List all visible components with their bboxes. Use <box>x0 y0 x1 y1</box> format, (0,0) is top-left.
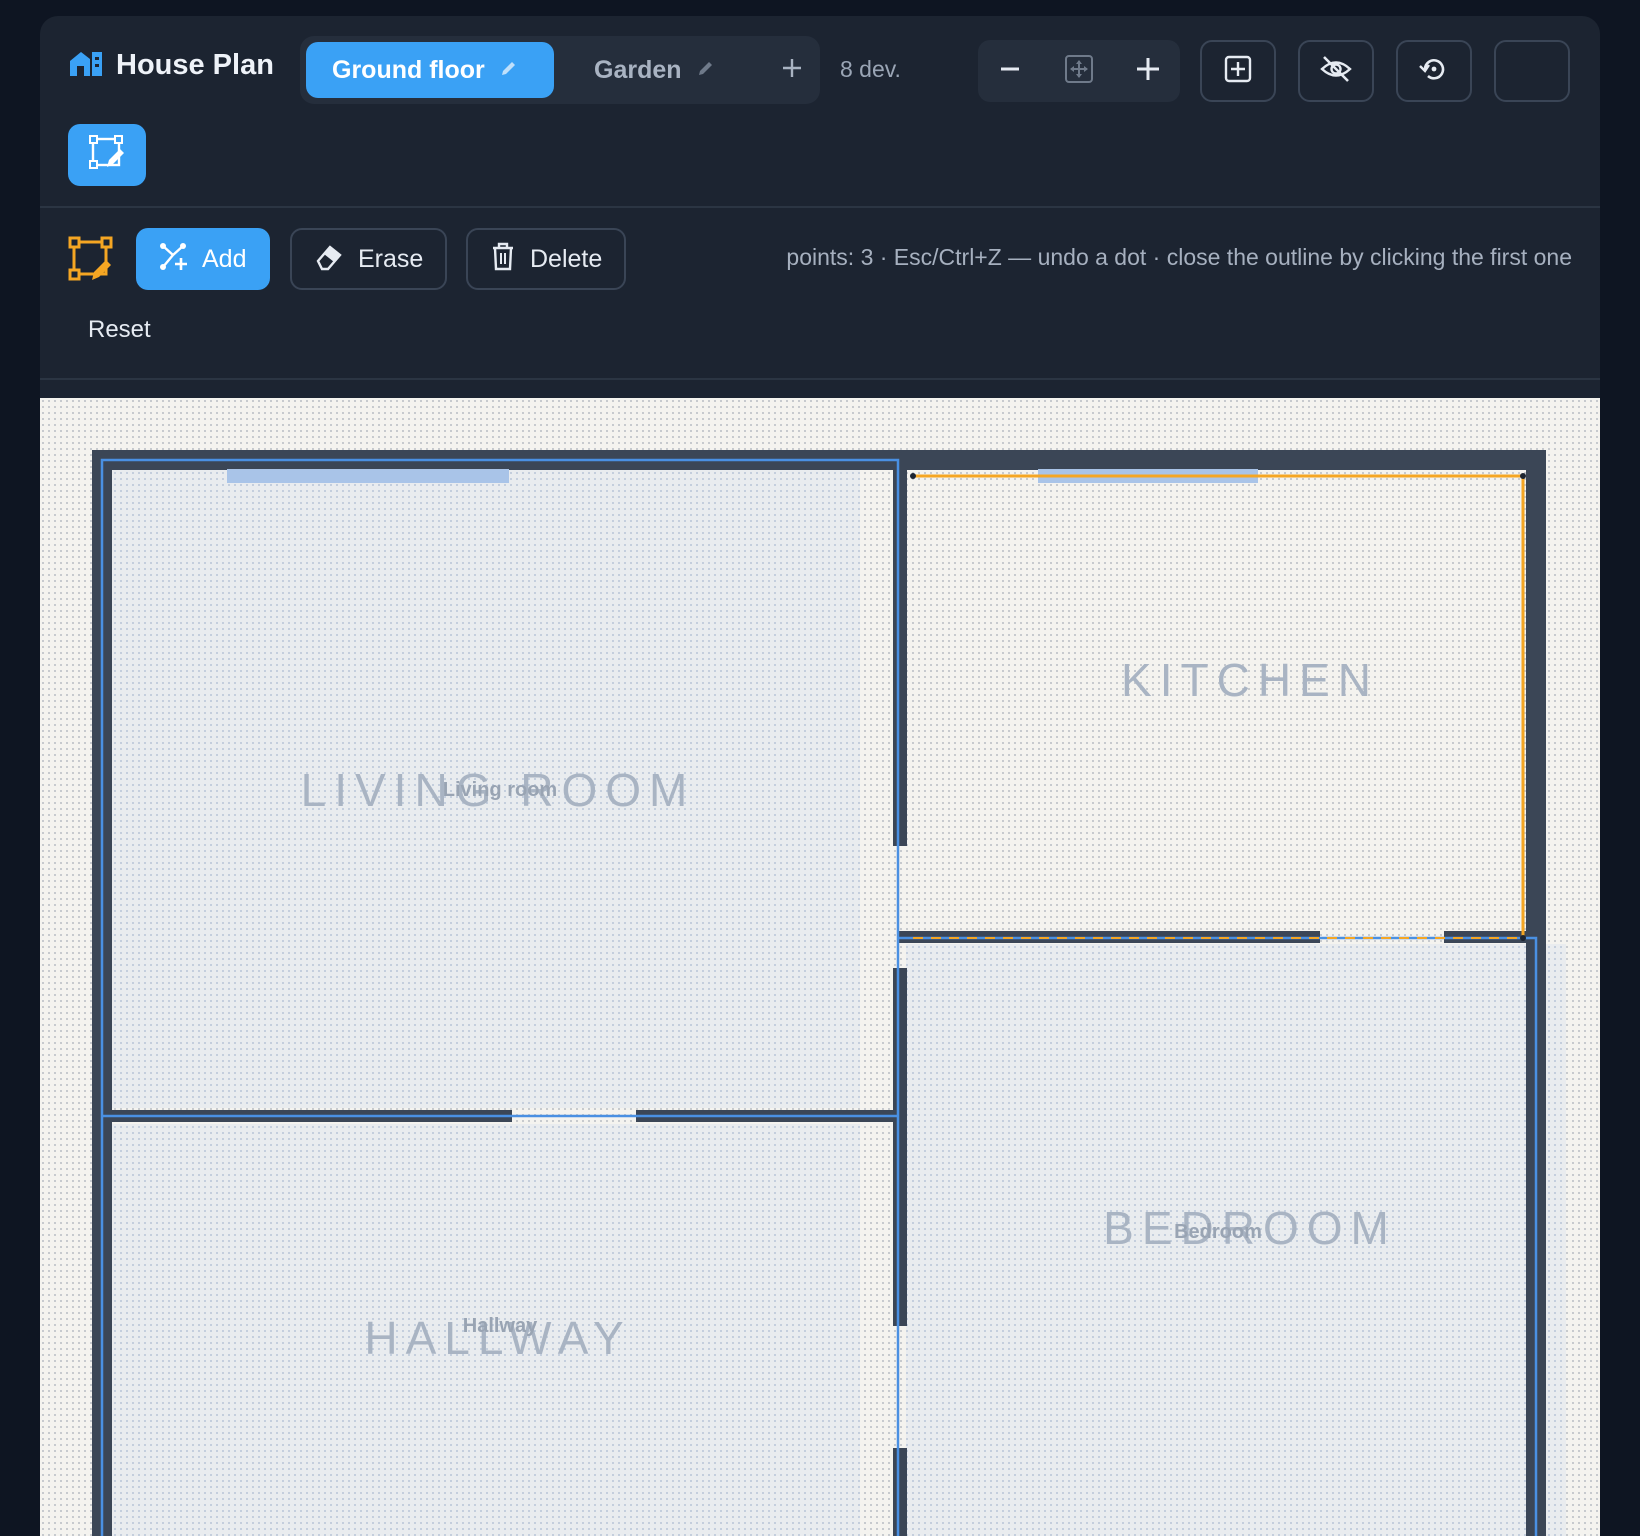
room-label: KITCHEN <box>1121 654 1379 706</box>
reset-view-button[interactable] <box>1396 40 1472 102</box>
fit-view-button[interactable] <box>1055 47 1103 95</box>
divider <box>40 378 1600 380</box>
add-point-button[interactable]: Add <box>136 228 270 290</box>
zoom-in-button[interactable] <box>1124 47 1172 95</box>
reset-button[interactable]: Reset <box>88 316 151 344</box>
app-title: House Plan <box>116 49 274 81</box>
pencil-icon[interactable] <box>696 56 716 85</box>
node-add-icon <box>158 241 188 278</box>
plus-icon <box>1135 56 1161 87</box>
add-box-icon <box>1223 54 1253 89</box>
pencil-icon[interactable] <box>499 56 519 85</box>
tab-label: Garden <box>594 55 682 84</box>
delete-label: Delete <box>530 244 603 273</box>
minus-icon <box>998 57 1022 86</box>
trash-icon <box>490 241 516 278</box>
device-count: 8 dev. <box>840 56 901 82</box>
polygon-edit-icon <box>89 134 125 176</box>
delete-button[interactable]: Delete <box>466 228 627 290</box>
house-icon <box>68 48 104 83</box>
tab-label: Ground floor <box>332 55 485 84</box>
app-window: House Plan Ground floor Garden 8 dev. Ad… <box>40 16 1600 1536</box>
room-name: Living room <box>443 779 557 801</box>
restore-icon <box>1418 53 1450 90</box>
erase-button[interactable]: Erase <box>290 228 448 290</box>
room-name: Bedroom <box>1174 1221 1262 1243</box>
plus-icon <box>781 57 803 84</box>
drawing-hint: points: 3 · Esc/Ctrl+Z — undo a dot · cl… <box>786 244 1572 270</box>
add-tab-button[interactable] <box>768 46 816 94</box>
draw-mode-button[interactable] <box>68 124 146 186</box>
brand: House Plan <box>68 48 274 83</box>
empty-slot-button[interactable] <box>1494 40 1570 102</box>
add-label: Add <box>202 244 247 273</box>
zoom-out-button[interactable] <box>986 47 1034 95</box>
room-name: Hallway <box>463 1315 538 1337</box>
outline-toolbar: Add Erase Delete points: 3 · Esc/Ctrl+Z … <box>40 208 1600 378</box>
draft-outline <box>913 474 1525 938</box>
window <box>227 469 509 483</box>
outline-point[interactable] <box>1520 935 1526 941</box>
eye-off-icon <box>1319 54 1353 89</box>
wall-interior <box>893 470 907 846</box>
outline-point[interactable] <box>1520 473 1526 479</box>
eraser-icon <box>314 241 344 278</box>
polygon-edit-icon <box>68 236 114 287</box>
tab-ground-floor[interactable]: Ground floor <box>306 42 554 98</box>
tab-garden[interactable]: Garden <box>568 42 742 98</box>
floor-plan-svg: LIVING ROOM Living room KITCHEN BEDROOM … <box>92 450 1566 1536</box>
top-bar: House Plan Ground floor Garden 8 dev. <box>40 16 1600 206</box>
add-device-button[interactable] <box>1200 40 1276 102</box>
wall-interior <box>893 968 907 1326</box>
floor-tabs: Ground floor Garden <box>300 36 820 104</box>
outline-point[interactable] <box>910 473 916 479</box>
zoom-controls <box>978 40 1180 102</box>
wall-interior <box>893 1448 907 1536</box>
floor-plan-canvas[interactable]: LIVING ROOM Living room KITCHEN BEDROOM … <box>40 398 1600 1536</box>
erase-label: Erase <box>358 244 424 273</box>
fit-screen-icon <box>1064 54 1094 89</box>
toggle-visibility-button[interactable] <box>1298 40 1374 102</box>
